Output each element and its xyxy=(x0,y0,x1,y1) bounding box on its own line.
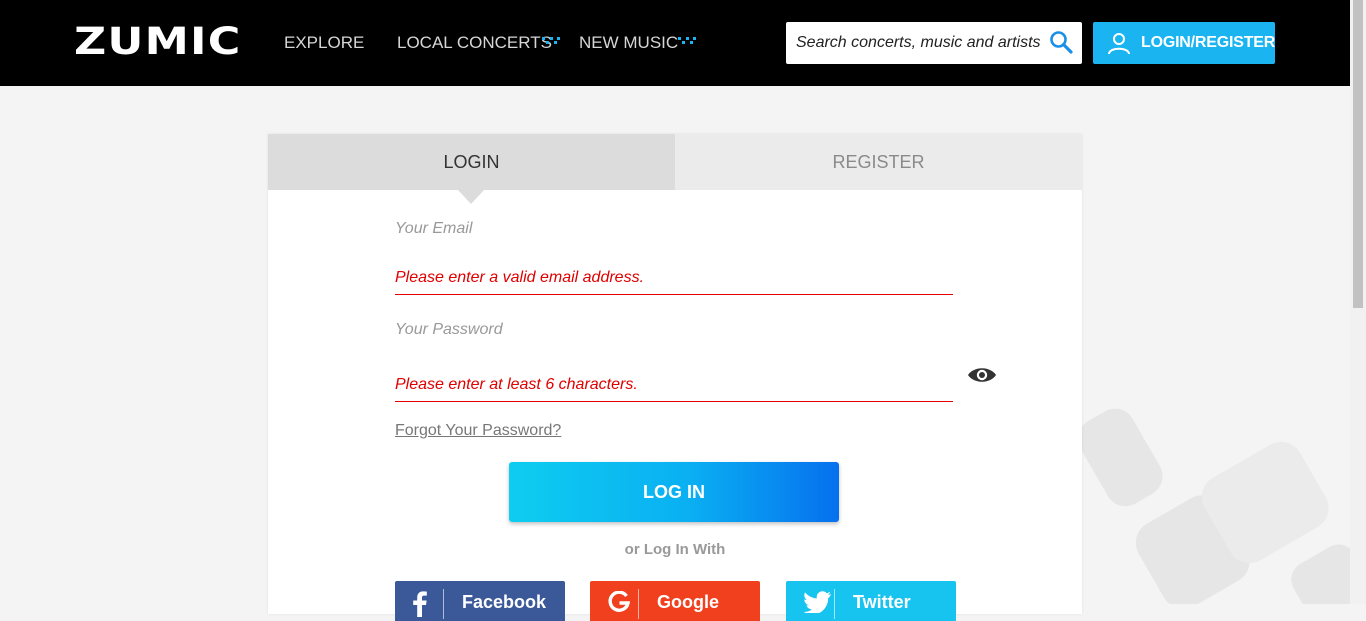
forgot-password-link[interactable]: Forgot Your Password? xyxy=(395,422,561,440)
twitter-divider xyxy=(834,589,835,619)
login-register-button[interactable]: LOGIN/REGISTER xyxy=(1093,22,1275,64)
twitter-label: Twitter xyxy=(853,592,911,612)
facebook-divider xyxy=(443,589,444,619)
nav-explore[interactable]: EXPLORE xyxy=(284,33,364,53)
email-label: Your Email xyxy=(395,220,473,237)
dropdown-dots-icon[interactable] xyxy=(542,36,560,48)
google-label: Google xyxy=(657,592,719,612)
log-in-button[interactable]: LOG IN xyxy=(509,462,839,522)
login-register-label: LOGIN/REGISTER xyxy=(1141,34,1276,51)
zumic-logo[interactable]: ZUMIC xyxy=(74,22,242,62)
user-icon xyxy=(1108,33,1130,55)
dropdown-dots-icon[interactable] xyxy=(678,36,696,48)
page-scrollbar[interactable] xyxy=(1350,0,1366,604)
search-box xyxy=(786,22,1082,64)
twitter-login-button[interactable]: Twitter xyxy=(786,581,956,621)
background-pattern xyxy=(1077,408,1350,604)
facebook-label: Facebook xyxy=(462,592,547,612)
password-label: Your Password xyxy=(395,321,503,338)
google-login-button[interactable]: Google xyxy=(590,581,760,621)
auth-card: LOGIN REGISTER Your Email Your Password … xyxy=(268,134,1082,621)
facebook-icon xyxy=(413,591,427,617)
search-icon[interactable] xyxy=(1049,30,1073,54)
nav-new-music[interactable]: NEW MUSIC xyxy=(579,33,678,53)
top-header: ZUMIC EXPLORE LOCAL CONCERTS NEW MUSIC L… xyxy=(0,0,1350,86)
tab-register[interactable]: REGISTER xyxy=(675,134,1082,190)
facebook-login-button[interactable]: Facebook xyxy=(395,581,565,621)
nav-local-concerts[interactable]: LOCAL CONCERTS xyxy=(397,33,552,53)
scrollbar-thumb[interactable] xyxy=(1353,0,1363,308)
twitter-icon xyxy=(804,591,831,613)
search-input[interactable] xyxy=(796,22,1041,64)
or-log-in-with-text: or Log In With xyxy=(624,541,726,558)
tab-login[interactable]: LOGIN xyxy=(268,134,675,190)
eye-icon[interactable] xyxy=(967,366,997,384)
email-field[interactable] xyxy=(395,261,953,295)
password-field[interactable] xyxy=(395,368,953,402)
google-icon xyxy=(608,591,630,612)
google-divider xyxy=(638,589,639,619)
active-tab-pointer xyxy=(458,190,484,204)
